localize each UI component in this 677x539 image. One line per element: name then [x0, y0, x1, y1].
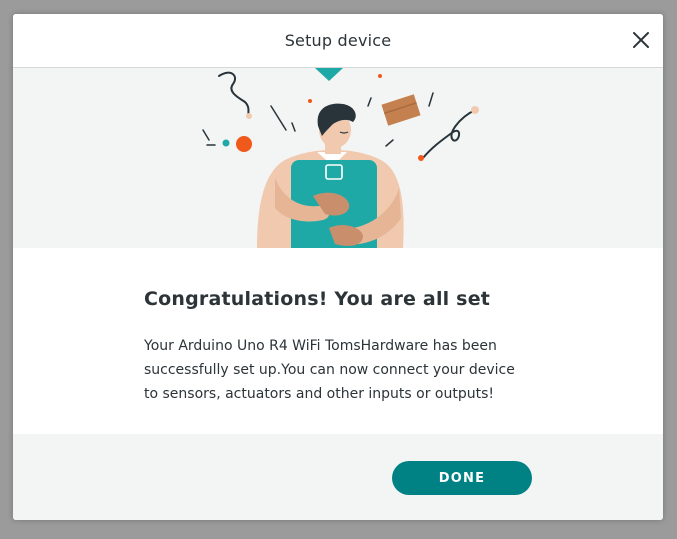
close-icon: [633, 32, 649, 48]
close-button[interactable]: [629, 28, 653, 52]
done-button[interactable]: DONE: [392, 461, 532, 495]
dash-decoration: [385, 139, 394, 147]
dash-decoration: [270, 105, 287, 131]
success-title: Congratulations! You are all set: [144, 288, 491, 310]
dash-decoration: [202, 129, 210, 141]
dot-decoration: [378, 74, 382, 78]
dialog-content: Congratulations! You are all set Your Ar…: [13, 248, 663, 434]
dialog-footer: DONE: [13, 434, 663, 520]
setup-device-dialog: Setup device Congratulations! You are al…: [13, 14, 663, 520]
success-message: Your Arduino Uno R4 WiFi TomsHardware ha…: [144, 338, 515, 402]
dot-decoration: [471, 106, 479, 114]
dot-decoration: [308, 99, 312, 103]
success-illustration: [13, 68, 663, 248]
dash-decoration: [291, 122, 296, 132]
dot-decoration: [236, 136, 252, 152]
triangle-marker: [315, 68, 343, 81]
dot-decoration: [246, 113, 252, 119]
person-figure: [257, 103, 404, 248]
box-decoration: [381, 94, 421, 126]
dot-decoration: [418, 155, 424, 161]
squiggle-decoration: [422, 109, 476, 159]
dot-decoration: [222, 139, 230, 147]
squiggle-decoration: [218, 71, 250, 117]
dialog-header: Setup device: [13, 14, 663, 68]
dash-decoration: [367, 97, 372, 107]
dash-decoration: [428, 92, 434, 107]
dialog-title: Setup device: [284, 31, 392, 50]
